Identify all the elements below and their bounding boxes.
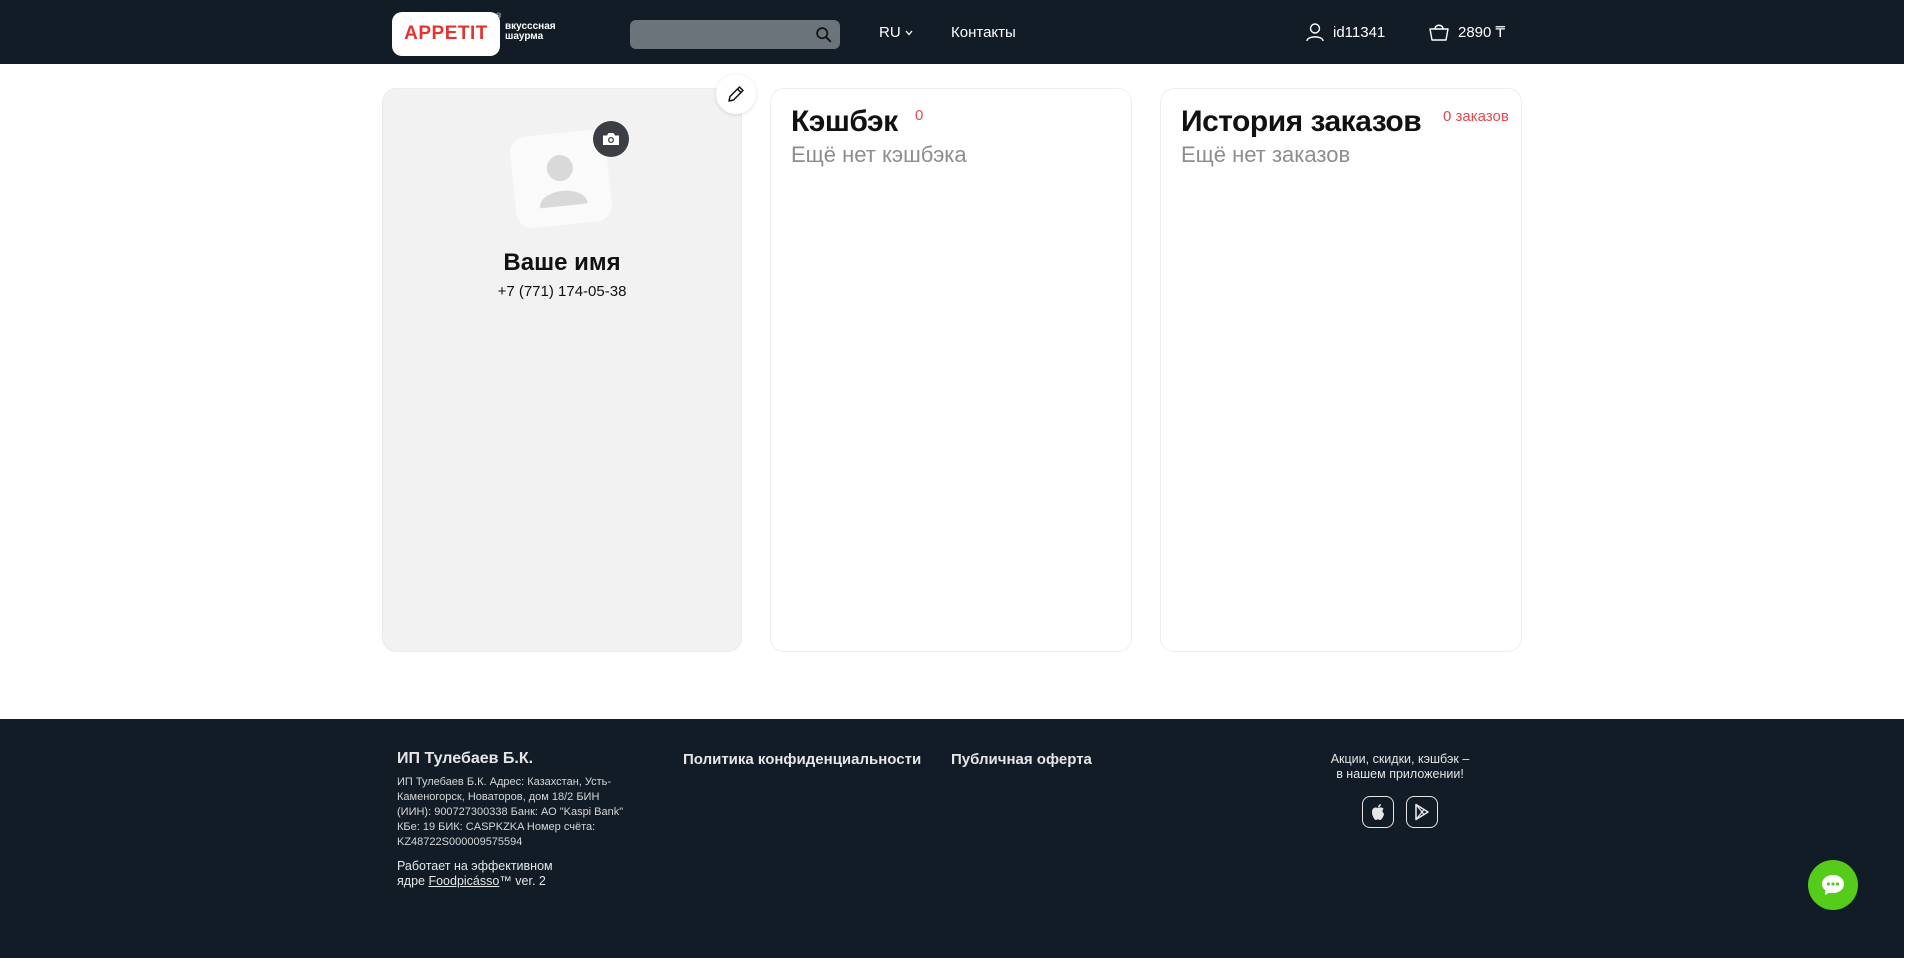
search-icon[interactable] — [815, 26, 832, 43]
cart-button[interactable]: 2890 ₸ — [1428, 22, 1505, 42]
search-input[interactable] — [630, 20, 840, 49]
footer-company-details: ИП Тулебаев Б.К. Адрес: Казахстан, Усть-… — [397, 776, 624, 848]
profile-phone: +7 (771) 174-05-38 — [497, 283, 627, 300]
public-offer-link[interactable]: Публичная оферта — [951, 751, 1092, 768]
app-promo-text: Акции, скидки, кэшбэк – в нашем приложен… — [1318, 752, 1482, 782]
cashback-count-badge: 0 — [915, 107, 924, 124]
foodpicasso-link[interactable]: Foodpicásso — [428, 874, 499, 888]
camera-button[interactable] — [593, 121, 629, 157]
order-history-empty-text: Ещё нет заказов — [1181, 142, 1351, 167]
privacy-policy-link[interactable]: Политика конфиденциальности — [683, 751, 921, 768]
powered-suffix: ™ ver. 2 — [499, 874, 546, 888]
profile-name: Ваше имя — [503, 249, 621, 276]
language-label: RU — [879, 24, 901, 41]
apple-icon — [1372, 804, 1384, 820]
logo-text: APPETIT — [404, 23, 488, 44]
order-count-badge: 0 заказов — [1443, 108, 1509, 125]
chevron-down-icon — [905, 30, 913, 35]
google-play-button[interactable] — [1406, 796, 1438, 828]
pencil-icon — [728, 86, 744, 102]
promo-line1: Акции, скидки, кэшбэк – — [1330, 752, 1470, 766]
footer-company-name: ИП Тулебаев Б.К. — [397, 750, 534, 767]
chat-bubble-icon — [1822, 875, 1844, 895]
logo-tagline: вкусссная шаурма — [505, 22, 575, 42]
page-right-edge — [1904, 0, 1920, 958]
order-history-title: История заказов — [1181, 105, 1422, 138]
tagline-line2: шаурма — [505, 31, 544, 42]
promo-line2: в нашем приложении! — [1336, 767, 1464, 781]
footer-powered-by: Работает на эффективном ядре Foodpicásso… — [397, 859, 567, 889]
contacts-link[interactable]: Контакты — [951, 24, 1016, 41]
cashback-card: Кэшбэк 0 Ещё нет кэшбэка — [770, 88, 1132, 652]
cashback-empty-text: Ещё нет кэшбэка — [791, 142, 967, 167]
registered-mark: ® — [496, 13, 502, 20]
profile-card: Ваше имя +7 (771) 174-05-38 — [382, 88, 742, 652]
edit-profile-button[interactable] — [716, 74, 756, 114]
appetit-logo[interactable]: APPETIT — [392, 12, 500, 56]
language-selector[interactable]: RU — [879, 24, 913, 41]
user-id: id11341 — [1333, 23, 1386, 41]
app-store-button[interactable] — [1362, 796, 1394, 828]
user-icon — [1306, 23, 1324, 42]
site-footer: ИП Тулебаев Б.К. ИП Тулебаев Б.К. Адрес:… — [0, 719, 1904, 958]
google-play-icon — [1415, 803, 1429, 821]
cashback-title: Кэшбэк — [791, 105, 898, 138]
user-account-link[interactable]: id11341 — [1305, 22, 1385, 42]
chat-button[interactable] — [1808, 860, 1858, 910]
site-header: APPETIT ® вкусссная шаурма RU Контакты i… — [0, 0, 1904, 64]
basket-icon — [1429, 24, 1449, 41]
camera-icon — [603, 133, 619, 145]
cart-total: 2890 ₸ — [1458, 24, 1506, 41]
order-history-card: История заказов 0 заказов Ещё нет заказо… — [1160, 88, 1522, 652]
user-placeholder-icon — [539, 155, 588, 209]
